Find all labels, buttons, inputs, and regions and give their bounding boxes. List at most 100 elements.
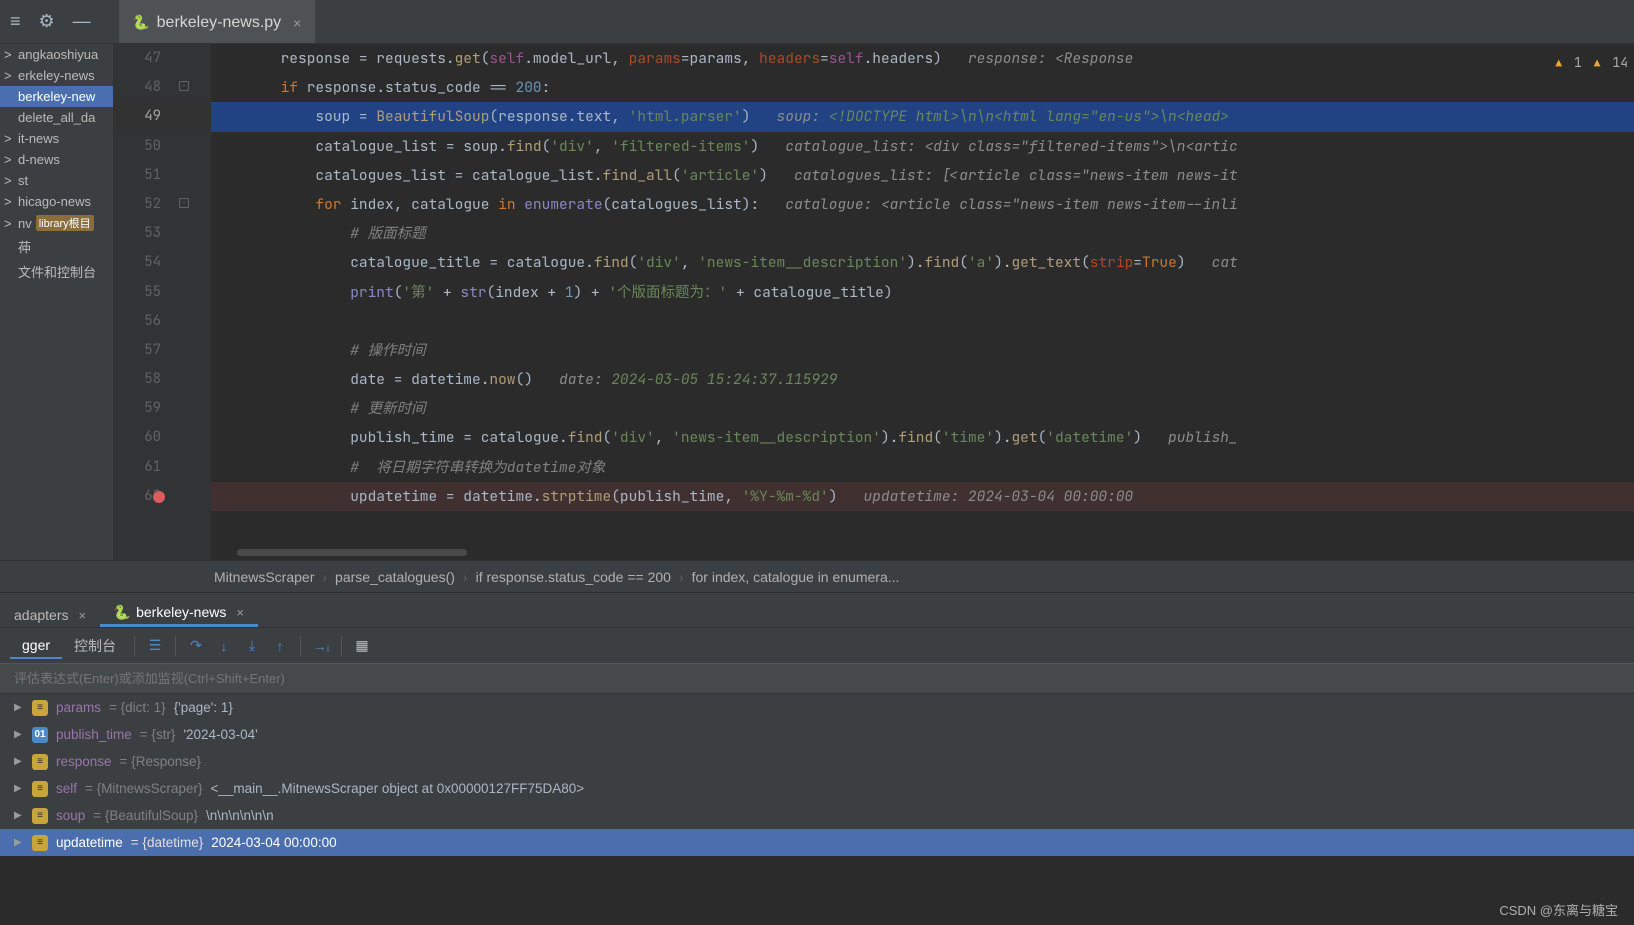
gutter-line[interactable]: 53 [113, 219, 211, 248]
var-type: = {dict: 1} [109, 700, 166, 715]
gutter-line[interactable]: 48− [113, 73, 211, 102]
gutter-line[interactable]: 60 [113, 423, 211, 452]
gutter-line[interactable]: 62 [113, 482, 211, 511]
gutter-line[interactable]: 52− [113, 190, 211, 219]
close-icon[interactable]: × [236, 605, 244, 620]
code-line[interactable]: soup = BeautifulSoup(response.text, 'htm… [211, 102, 1634, 131]
code-line[interactable]: catalogues_list = catalogue_list.find_al… [211, 161, 1634, 190]
tree-item[interactable]: delete_all_da [0, 107, 113, 128]
fold-icon[interactable]: − [179, 198, 189, 208]
tree-item[interactable]: >d-news [0, 149, 113, 170]
gutter-line[interactable]: 47 [113, 44, 211, 73]
evaluate-icon[interactable]: ▦ [348, 633, 376, 659]
variable-row[interactable]: ▶01publish_time = {str} '2024-03-04' [0, 721, 1634, 748]
gutter-line[interactable]: 56 [113, 307, 211, 336]
code-line[interactable]: for index, catalogue in enumerate(catalo… [211, 190, 1634, 219]
horizontal-scrollbar[interactable] [237, 549, 467, 556]
separator [134, 636, 135, 656]
code-line[interactable]: updatetime = datetime.strptime(publish_t… [211, 482, 1634, 511]
tab-debugger[interactable]: gger [10, 633, 62, 659]
chevron-right-icon[interactable]: ▶ [14, 837, 24, 848]
var-name: soup [56, 808, 85, 823]
step-out-icon[interactable]: ↑ [266, 633, 294, 659]
project-tree[interactable]: >angkaoshiyua>erkeley-newsberkeley-newde… [0, 44, 113, 560]
close-icon[interactable]: × [293, 15, 301, 31]
chevron-right-icon[interactable]: ▶ [14, 783, 24, 794]
close-icon[interactable]: × [78, 608, 86, 623]
fold-icon[interactable]: − [179, 81, 189, 91]
tab-console[interactable]: 控制台 [62, 632, 128, 660]
gutter-line[interactable]: 51 [113, 161, 211, 190]
gutter-line[interactable]: 55 [113, 278, 211, 307]
step-over-icon[interactable]: ↷ [182, 633, 210, 659]
stack-icon[interactable]: ☰ [141, 633, 169, 659]
code-editor[interactable]: 1 14 response = requests.get(self.model_… [211, 44, 1634, 560]
code-line[interactable]: # 版面标题 [211, 219, 1634, 248]
tree-item[interactable]: 茽 [0, 234, 113, 259]
gutter-line[interactable]: 59 [113, 394, 211, 423]
var-type-icon: ≡ [32, 700, 48, 716]
python-icon [133, 15, 149, 31]
code-line[interactable]: # 操作时间 [211, 336, 1634, 365]
tree-item[interactable]: >erkeley-news [0, 65, 113, 86]
code-line[interactable]: date = datetime.now() date: 2024-03-05 1… [211, 365, 1634, 394]
minimize-icon[interactable]: — [73, 11, 91, 32]
debug-tab-label: berkeley-news [136, 604, 226, 620]
step-into-my-icon[interactable]: ⤓ [238, 633, 266, 659]
run-to-cursor-icon[interactable]: →ᵢ [307, 633, 335, 659]
tree-item[interactable]: >st [0, 170, 113, 191]
code-line[interactable]: catalogue_list = soup.find('div', 'filte… [211, 132, 1634, 161]
variables-panel[interactable]: ▶≡params = {dict: 1} {'page': 1}▶01publi… [0, 694, 1634, 856]
variable-row[interactable]: ▶≡params = {dict: 1} {'page': 1} [0, 694, 1634, 721]
step-into-icon[interactable]: ↓ [210, 633, 238, 659]
chevron-right-icon[interactable]: ▶ [14, 729, 24, 740]
gutter-line[interactable]: 61 [113, 453, 211, 482]
file-tab-berkeley-news[interactable]: berkeley-news.py × [119, 0, 316, 43]
tree-item[interactable]: >angkaoshiyua [0, 44, 113, 65]
code-line[interactable] [211, 307, 1634, 336]
watermark: CSDN @东离与糖宝 [1499, 900, 1618, 919]
variable-row[interactable]: ▶≡soup = {BeautifulSoup} \n\n\n\n\n\n [0, 802, 1634, 829]
code-line[interactable]: catalogue_title = catalogue.find('div', … [211, 248, 1634, 277]
menu-icon[interactable]: ≡ [10, 11, 21, 32]
var-type-icon: ≡ [32, 835, 48, 851]
inspection-widget[interactable]: 1 14 [1555, 54, 1628, 71]
code-line[interactable]: # 更新时间 [211, 394, 1634, 423]
debug-tab[interactable]: berkeley-news × [100, 598, 258, 627]
tree-item[interactable]: 文件和控制台 [0, 259, 113, 284]
var-name: updatetime [56, 835, 123, 850]
chevron-right-icon[interactable]: ▶ [14, 702, 24, 713]
variable-row[interactable]: ▶≡self = {MitnewsScraper} <__main__.Mitn… [0, 775, 1634, 802]
variable-row[interactable]: ▶≡updatetime = {datetime} 2024-03-04 00:… [0, 829, 1634, 856]
breadcrumb-item[interactable]: if response.status_code == 200 [476, 569, 671, 585]
breadcrumb-item[interactable]: for index, catalogue in enumera... [692, 569, 900, 585]
gutter-line[interactable]: 58 [113, 365, 211, 394]
var-type-icon: 01 [32, 727, 48, 743]
gutter-line[interactable]: 49 [113, 102, 211, 131]
code-line[interactable]: print('第' + str(index + 1) + '个版面标题为：' +… [211, 278, 1634, 307]
breadcrumb-item[interactable]: parse_catalogues() [335, 569, 455, 585]
code-line[interactable]: if response.status_code == 200: [211, 73, 1634, 102]
tree-item[interactable]: >nv library根目 [0, 212, 113, 234]
variable-row[interactable]: ▶≡response = {Response} [0, 748, 1634, 775]
gutter-line[interactable]: 50 [113, 132, 211, 161]
code-line[interactable]: # 将日期字符串转换为datetime对象 [211, 453, 1634, 482]
code-line[interactable]: response = requests.get(self.model_url, … [211, 44, 1634, 73]
breakpoint-icon[interactable] [153, 491, 165, 503]
code-line[interactable]: publish_time = catalogue.find('div', 'ne… [211, 423, 1634, 452]
error-icon [1555, 54, 1562, 71]
evaluate-input[interactable] [14, 671, 1620, 686]
chevron-right-icon[interactable]: ▶ [14, 810, 24, 821]
breadcrumb-item[interactable]: MitnewsScraper [214, 569, 314, 585]
debug-tab[interactable]: adapters× [0, 601, 100, 627]
gutter-line[interactable]: 57 [113, 336, 211, 365]
tree-item[interactable]: >it-news [0, 128, 113, 149]
var-type-icon: ≡ [32, 781, 48, 797]
tree-item[interactable]: berkeley-new [0, 86, 113, 107]
chevron-right-icon[interactable]: ▶ [14, 756, 24, 767]
tree-item[interactable]: >hicago-news [0, 191, 113, 212]
var-value: 2024-03-04 00:00:00 [211, 835, 336, 850]
var-name: response [56, 754, 112, 769]
gutter-line[interactable]: 54 [113, 248, 211, 277]
gear-icon[interactable]: ⚙ [39, 11, 55, 32]
